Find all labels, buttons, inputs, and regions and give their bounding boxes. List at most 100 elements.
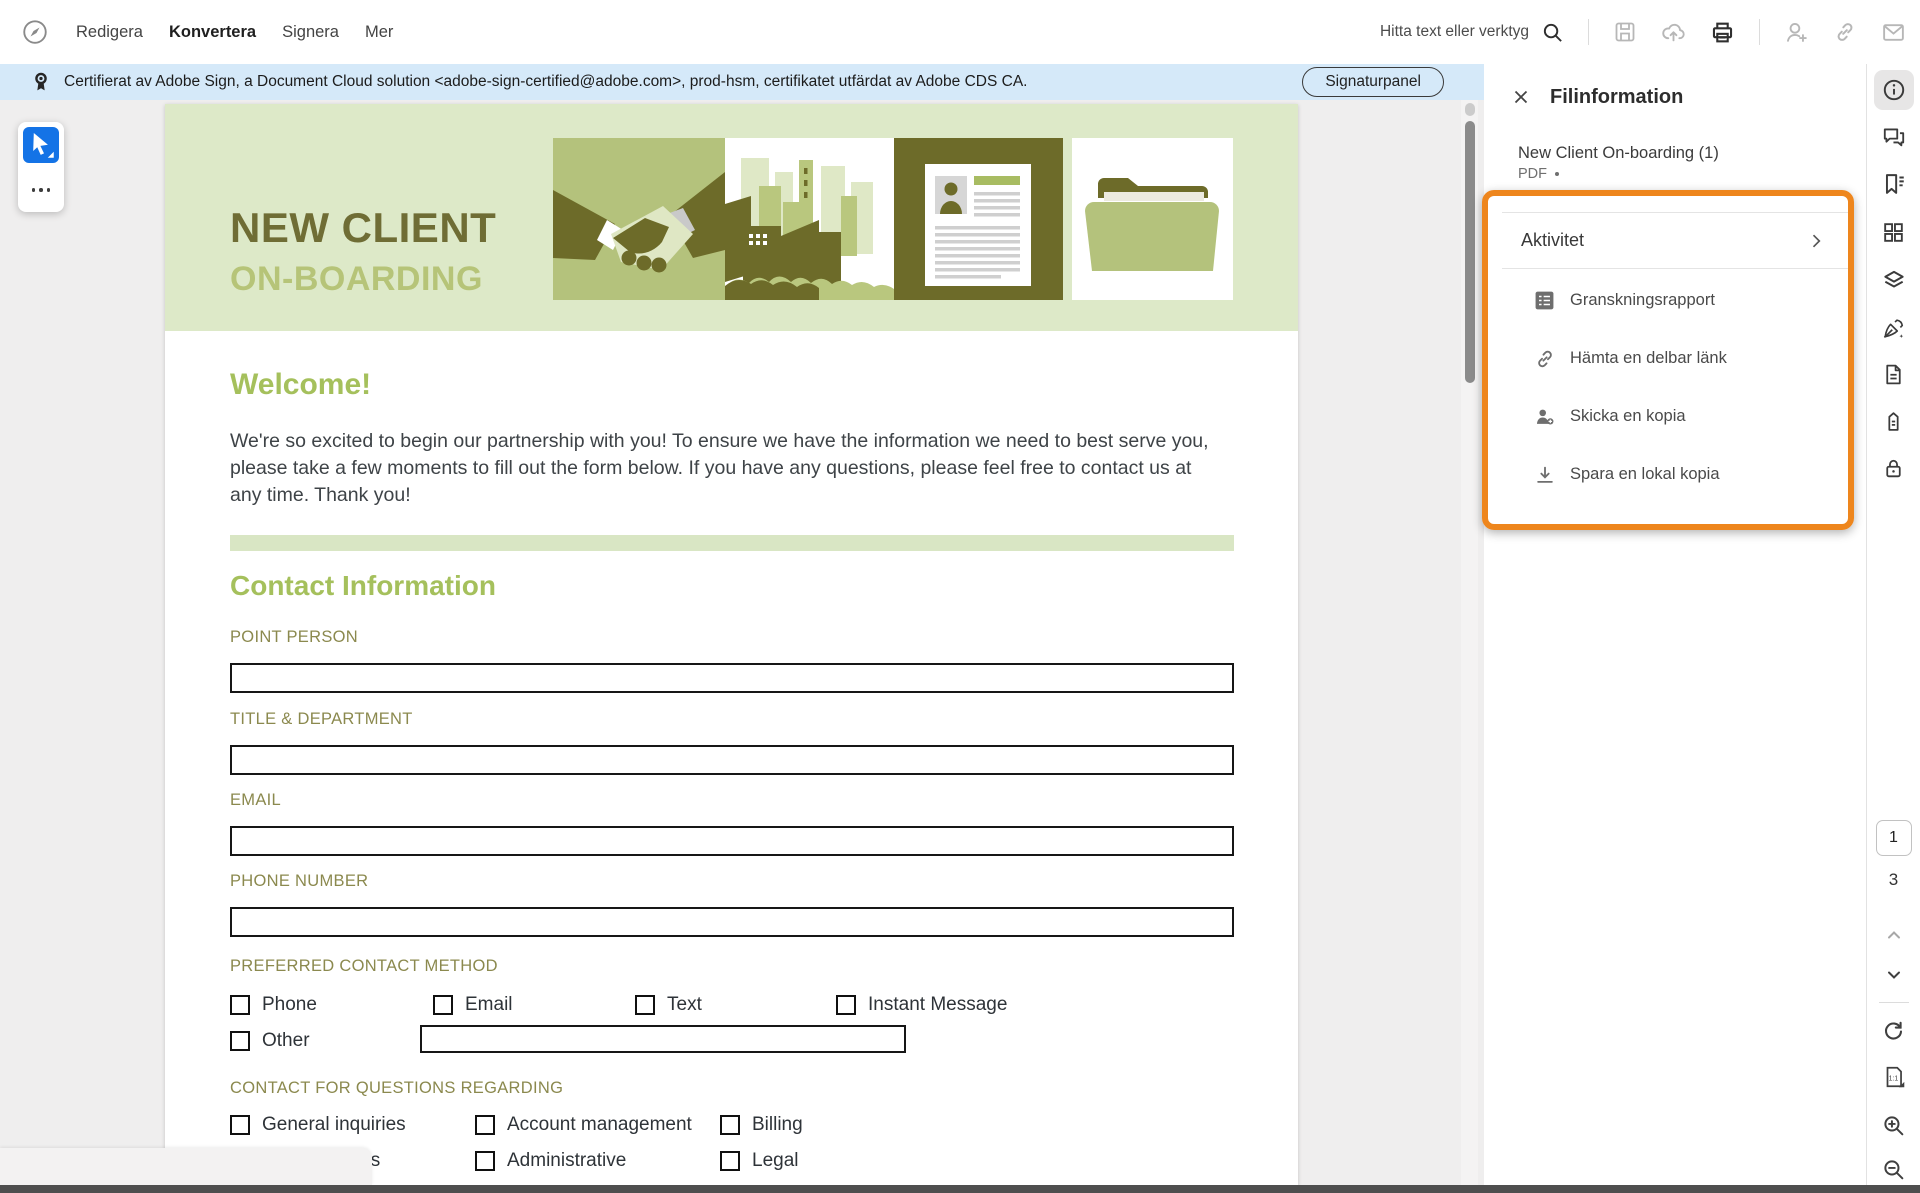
checkbox-other[interactable] <box>230 1031 250 1051</box>
current-page-input[interactable]: 1 <box>1876 820 1912 856</box>
checkbox-instant-message[interactable] <box>836 995 856 1015</box>
checkbox-email[interactable] <box>433 995 453 1015</box>
previous-page-icon[interactable] <box>1876 920 1912 950</box>
checkbox-option: Text <box>635 994 836 1016</box>
contact-information-heading: Contact Information <box>230 570 496 602</box>
security-lock-icon[interactable] <box>1874 448 1914 488</box>
field-input-email[interactable] <box>230 826 1234 856</box>
file-name: New Client On-boarding (1) <box>1518 144 1719 163</box>
cursor-icon <box>23 127 59 163</box>
page-thumbnails-icon[interactable] <box>1874 212 1914 252</box>
zoom-in-icon[interactable] <box>1876 1110 1912 1140</box>
scrollbar-top-cap <box>1465 103 1475 116</box>
checkbox-option: Legal <box>720 1150 799 1172</box>
layers-icon[interactable] <box>1874 260 1914 300</box>
field-input-phone-number[interactable] <box>230 907 1234 937</box>
city-skyline-illustration <box>725 138 894 300</box>
action-skicka-en-kopia[interactable]: Skicka en kopia <box>1484 388 1866 446</box>
questions-heading: CONTACT FOR QUESTIONS REGARDING <box>230 1079 563 1098</box>
toolbar-divider <box>1759 19 1760 45</box>
comments-icon[interactable] <box>1874 117 1914 157</box>
file-type: PDF <box>1518 166 1547 182</box>
file-meta: PDF <box>1518 166 1559 182</box>
actual-size-icon[interactable]: 1:1 <box>1876 1062 1912 1092</box>
quick-tools-card <box>18 122 64 212</box>
tools-rail: 1 3 1:1 <box>1866 64 1920 1185</box>
checkbox-account-management[interactable] <box>475 1115 495 1135</box>
menu-item-redigera[interactable]: Redigera <box>76 23 143 42</box>
zoom-out-icon[interactable] <box>1876 1154 1912 1184</box>
file-info-icon[interactable] <box>1874 70 1914 110</box>
send-copy-icon <box>1534 406 1556 428</box>
checkbox-option: Billing <box>720 1114 803 1136</box>
top-toolbar: Redigera Konvertera Signera Mer Hitta te… <box>0 0 1920 64</box>
welcome-heading: Welcome! <box>230 368 371 402</box>
cloud-upload-icon[interactable] <box>1661 20 1686 45</box>
checkbox-option: Account management <box>475 1114 720 1136</box>
header-illustrations <box>553 138 1233 300</box>
checkbox-option: Instant Message <box>836 994 1007 1016</box>
search-control[interactable]: Hitta text eller verktyg <box>1380 21 1564 44</box>
field-label-email: EMAIL <box>230 791 281 810</box>
checkbox-legal[interactable] <box>720 1151 740 1171</box>
file-information-panel: Filinformation New Client On-boarding (1… <box>1484 64 1866 1185</box>
chevron-right-icon <box>1806 231 1826 251</box>
rotate-refresh-icon[interactable] <box>1876 1016 1912 1046</box>
acrobat-menu-icon[interactable] <box>20 17 50 47</box>
action-hamta-delbar-lank[interactable]: Hämta en delbar länk <box>1484 330 1866 388</box>
checkbox-billing[interactable] <box>720 1115 740 1135</box>
pdf-page: NEW CLIENT ON-BOARDING <box>165 104 1298 1185</box>
checkbox-option: Email <box>433 994 635 1016</box>
checkbox-option: Phone <box>230 994 433 1016</box>
next-page-icon[interactable] <box>1876 960 1912 990</box>
document-title-line1: NEW CLIENT <box>230 204 496 252</box>
other-contact-row: Other <box>230 1030 310 1052</box>
checkbox-phone[interactable] <box>230 995 250 1015</box>
link-icon[interactable] <box>1833 20 1857 44</box>
window-bottom-edge <box>0 1185 1920 1193</box>
mail-icon[interactable] <box>1881 20 1906 45</box>
section-divider-bar <box>230 535 1234 551</box>
field-label-phone-number: PHONE NUMBER <box>230 872 368 891</box>
activity-row[interactable]: Aktivitet <box>1484 213 1866 268</box>
bookmarks-icon[interactable] <box>1874 164 1914 204</box>
checkbox-general-inquiries[interactable] <box>230 1115 250 1135</box>
print-icon[interactable] <box>1710 20 1735 45</box>
total-pages-label: 3 <box>1889 870 1898 890</box>
share-link-icon <box>1534 348 1556 370</box>
main-menu: Redigera Konvertera Signera Mer <box>0 17 393 47</box>
signature-panel-button[interactable]: Signaturpanel <box>1302 67 1444 97</box>
certificate-badge-icon <box>30 71 52 93</box>
select-tool-button[interactable] <box>23 127 59 163</box>
field-input-point-person[interactable] <box>230 663 1234 693</box>
acrobat-window: Redigera Konvertera Signera Mer Hitta te… <box>0 0 1920 1193</box>
checkbox-text[interactable] <box>635 995 655 1015</box>
more-tools-button[interactable] <box>18 178 64 202</box>
toolbar-divider <box>1588 19 1589 45</box>
status-popup <box>0 1148 372 1185</box>
resume-document-illustration <box>894 138 1063 300</box>
scrollbar-thumb[interactable] <box>1465 121 1475 383</box>
search-icon[interactable] <box>1541 21 1564 44</box>
checkbox-administrative[interactable] <box>475 1151 495 1171</box>
save-icon[interactable] <box>1613 20 1637 44</box>
menu-item-konvertera[interactable]: Konvertera <box>169 23 256 42</box>
action-spara-lokal-kopia[interactable]: Spara en lokal kopia <box>1484 446 1866 504</box>
add-user-icon[interactable] <box>1784 20 1809 45</box>
field-input-title-department[interactable] <box>230 745 1234 775</box>
checkbox-option: General inquiries <box>230 1114 475 1136</box>
attachments-icon[interactable] <box>1874 354 1914 394</box>
close-icon[interactable] <box>1510 86 1534 110</box>
field-input-other[interactable] <box>420 1025 906 1053</box>
signature-pen-icon[interactable] <box>1874 308 1914 348</box>
folder-illustration <box>1072 138 1233 300</box>
menu-item-signera[interactable]: Signera <box>282 23 339 42</box>
certificate-text: Certifierat av Adobe Sign, a Document Cl… <box>64 73 1027 91</box>
field-label-title-department: TITLE & DEPARTMENT <box>230 710 413 729</box>
preferred-contact-options: Phone Email Text Instant Message <box>230 994 1007 1016</box>
certificate-banner: Certifierat av Adobe Sign, a Document Cl… <box>0 64 1484 100</box>
menu-item-mer[interactable]: Mer <box>365 23 393 42</box>
checkbox-option: Other <box>230 1030 310 1052</box>
action-granskningsrapport[interactable]: Granskningsrapport <box>1484 272 1866 330</box>
tags-icon[interactable] <box>1874 401 1914 441</box>
